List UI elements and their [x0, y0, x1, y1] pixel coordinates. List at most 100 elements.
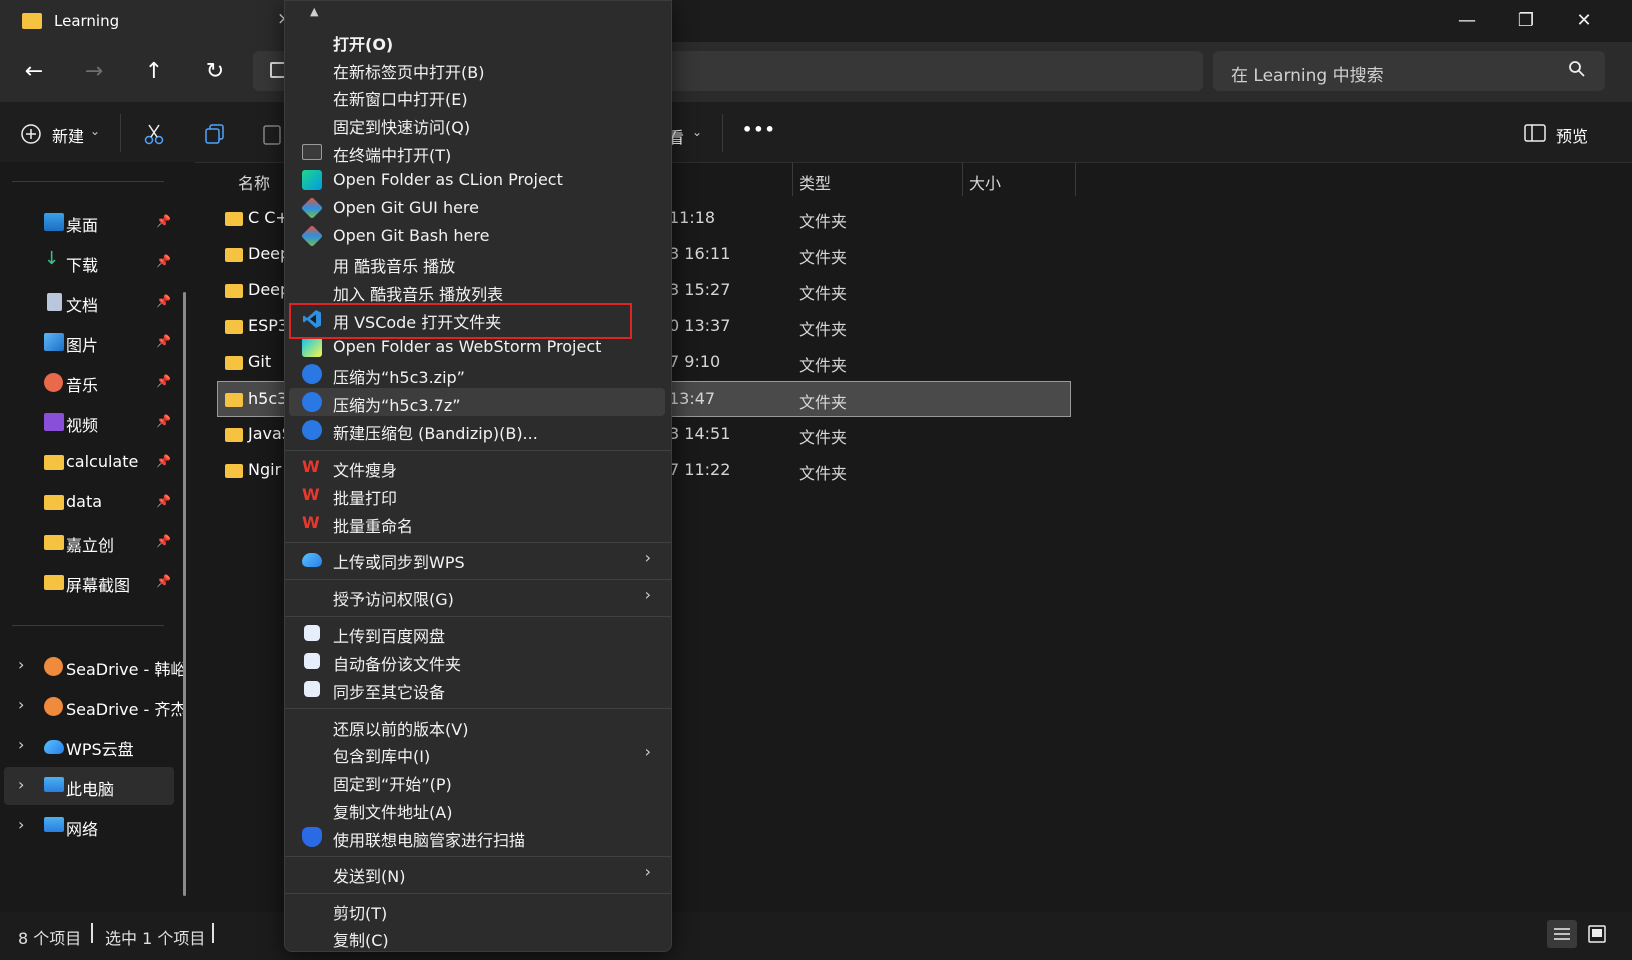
network-icon	[44, 817, 64, 832]
sidebar-item-seadrive-hanyu[interactable]: › SeaDrive - 韩峪	[4, 647, 186, 685]
menu-item-bandizip-new[interactable]: 新建压缩包 (Bandizip)(B)...	[289, 416, 665, 444]
sidebar-item-label: 此电脑	[66, 780, 115, 799]
details-view-button[interactable]	[1547, 920, 1577, 948]
menu-item-auto-backup[interactable]: 自动备份该文件夹	[289, 647, 665, 675]
menu-separator	[285, 450, 671, 451]
minimize-button[interactable]: —	[1447, 6, 1487, 36]
menu-item-pin-start[interactable]: 固定到“开始”(P)	[289, 767, 665, 795]
forward-button[interactable]: →	[78, 56, 110, 88]
chevron-right-icon: ›	[18, 775, 25, 794]
menu-item-include-library[interactable]: 包含到库中(I) ›	[289, 739, 665, 767]
menu-item-pin-quick-access[interactable]: 固定到快速访问(Q)	[289, 110, 665, 138]
back-button[interactable]: ←	[18, 56, 50, 88]
sidebar-item-pictures[interactable]: 图片 📌	[4, 323, 174, 361]
menu-item-grant-access[interactable]: 授予访问权限(G) ›	[289, 582, 665, 610]
sidebar-item-music[interactable]: 音乐 📌	[4, 363, 174, 401]
chevron-right-icon: ›	[644, 742, 651, 761]
sidebar-item-network[interactable]: › 网络	[4, 807, 174, 845]
menu-item-clion[interactable]: Open Folder as CLion Project	[289, 166, 665, 194]
file-date: 3 15:27	[669, 280, 731, 299]
menu-item-label: 批量重命名	[333, 517, 414, 536]
sidebar-scrollbar[interactable]	[183, 292, 186, 896]
paste-icon[interactable]	[262, 122, 282, 146]
cut-icon[interactable]	[142, 122, 166, 146]
file-name: Git	[248, 352, 272, 371]
folder-icon	[225, 428, 243, 442]
sidebar-item-label: 下载	[66, 256, 99, 275]
restore-button[interactable]: ❐	[1506, 6, 1546, 36]
sidebar-item-calculate[interactable]: calculate 📌	[4, 443, 174, 481]
scroll-up-icon[interactable]: ▲	[310, 5, 318, 18]
more-options-button[interactable]: •••	[742, 120, 776, 139]
menu-item-cut[interactable]: 剪切(T)	[289, 896, 665, 924]
column-header-name[interactable]: 名称	[238, 170, 270, 194]
wps-icon: W	[302, 485, 320, 504]
file-name: h5c3	[248, 389, 288, 408]
menu-item-label: 在终端中打开(T)	[333, 146, 452, 165]
menu-item-label: 自动备份该文件夹	[333, 655, 462, 674]
sidebar-item-seadrive-qijie[interactable]: › SeaDrive - 齐杰	[4, 687, 186, 725]
sidebar-item-downloads[interactable]: ↓ 下载 📌	[4, 243, 174, 281]
menu-item-batch-rename[interactable]: W 批量重命名	[289, 509, 665, 537]
menu-item-kuwo-playlist[interactable]: 加入 酷我音乐 播放列表	[289, 277, 665, 305]
menu-item-open-new-tab[interactable]: 在新标签页中打开(B)	[289, 55, 665, 83]
menu-item-send-to[interactable]: 发送到(N) ›	[289, 859, 665, 887]
sidebar-item-documents[interactable]: 文档 📌	[4, 283, 174, 321]
menu-item-copy-path[interactable]: 复制文件地址(A)	[289, 795, 665, 823]
menu-item-zip[interactable]: 压缩为“h5c3.zip”	[289, 360, 665, 388]
menu-separator	[285, 616, 671, 617]
up-button[interactable]: ↑	[138, 56, 170, 88]
computer-icon	[44, 777, 64, 792]
menu-item-label: 新建压缩包 (Bandizip)(B)...	[333, 424, 538, 443]
menu-item-restore-versions[interactable]: 还原以前的版本(V)	[289, 712, 665, 740]
sidebar-divider	[12, 625, 164, 626]
pin-icon: 📌	[156, 414, 171, 428]
folder-icon	[44, 495, 64, 510]
sidebar-item-desktop[interactable]: 桌面 📌	[4, 203, 174, 241]
sidebar-item-wps-cloud[interactable]: › WPS云盘	[4, 727, 174, 765]
menu-item-copy[interactable]: 复制(C)	[289, 923, 665, 951]
sidebar-item-data[interactable]: data 📌	[4, 483, 174, 521]
bandizip-icon	[302, 420, 322, 440]
sidebar-item-screenshots[interactable]: 屏幕截图 📌	[4, 563, 174, 601]
pin-icon: 📌	[156, 454, 171, 468]
search-input[interactable]: 在 Learning 中搜索	[1213, 51, 1605, 91]
column-divider[interactable]	[1075, 162, 1076, 196]
webstorm-icon	[302, 337, 322, 357]
menu-item-batch-print[interactable]: W 批量打印	[289, 481, 665, 509]
new-button[interactable]: 新建 ⌄	[20, 122, 124, 146]
bandizip-icon	[302, 392, 322, 412]
pin-icon: 📌	[156, 214, 171, 228]
menu-item-open-new-window[interactable]: 在新窗口中打开(E)	[289, 82, 665, 110]
menu-item-sync-devices[interactable]: 同步至其它设备	[289, 675, 665, 703]
menu-item-7z[interactable]: 压缩为“h5c3.7z”	[289, 388, 665, 416]
menu-item-open-terminal[interactable]: 在终端中打开(T)	[289, 138, 665, 166]
tiles-view-button[interactable]	[1582, 920, 1612, 948]
menu-item-lenovo-scan[interactable]: 使用联想电脑管家进行扫描	[289, 823, 665, 851]
preview-pane-button[interactable]: 预览	[1524, 122, 1604, 146]
tab-learning[interactable]: Learning ×	[0, 0, 300, 42]
menu-item-git-gui[interactable]: Open Git GUI here	[289, 194, 665, 222]
column-header-type[interactable]: 类型	[799, 170, 831, 194]
column-header-size[interactable]: 大小	[969, 170, 1001, 194]
plus-circle-icon	[21, 124, 41, 144]
sidebar-item-this-pc[interactable]: › 此电脑	[4, 767, 174, 805]
sidebar-item-label: 文档	[66, 296, 99, 315]
menu-item-open[interactable]: 打开(O)	[289, 27, 665, 55]
menu-item-kuwo-play[interactable]: 用 酷我音乐 播放	[289, 249, 665, 277]
file-name: Ngir	[248, 460, 282, 479]
copy-icon[interactable]	[203, 122, 227, 146]
sidebar-item-jlc[interactable]: 嘉立创 📌	[4, 523, 174, 561]
close-window-button[interactable]: ✕	[1564, 6, 1604, 36]
view-button[interactable]: 看 ⌄	[668, 124, 708, 147]
refresh-button[interactable]: ↻	[199, 56, 231, 88]
pin-icon: 📌	[156, 294, 171, 308]
column-divider[interactable]	[792, 162, 793, 196]
menu-item-baidu-upload[interactable]: 上传到百度网盘	[289, 619, 665, 647]
column-divider[interactable]	[962, 162, 963, 196]
menu-item-slim-file[interactable]: W 文件瘦身	[289, 453, 665, 481]
sidebar-item-videos[interactable]: 视频 📌	[4, 403, 174, 441]
sidebar-item-label: 嘉立创	[66, 536, 115, 555]
menu-item-wps-upload[interactable]: 上传或同步到WPS ›	[289, 545, 665, 573]
menu-item-git-bash[interactable]: Open Git Bash here	[289, 222, 665, 250]
